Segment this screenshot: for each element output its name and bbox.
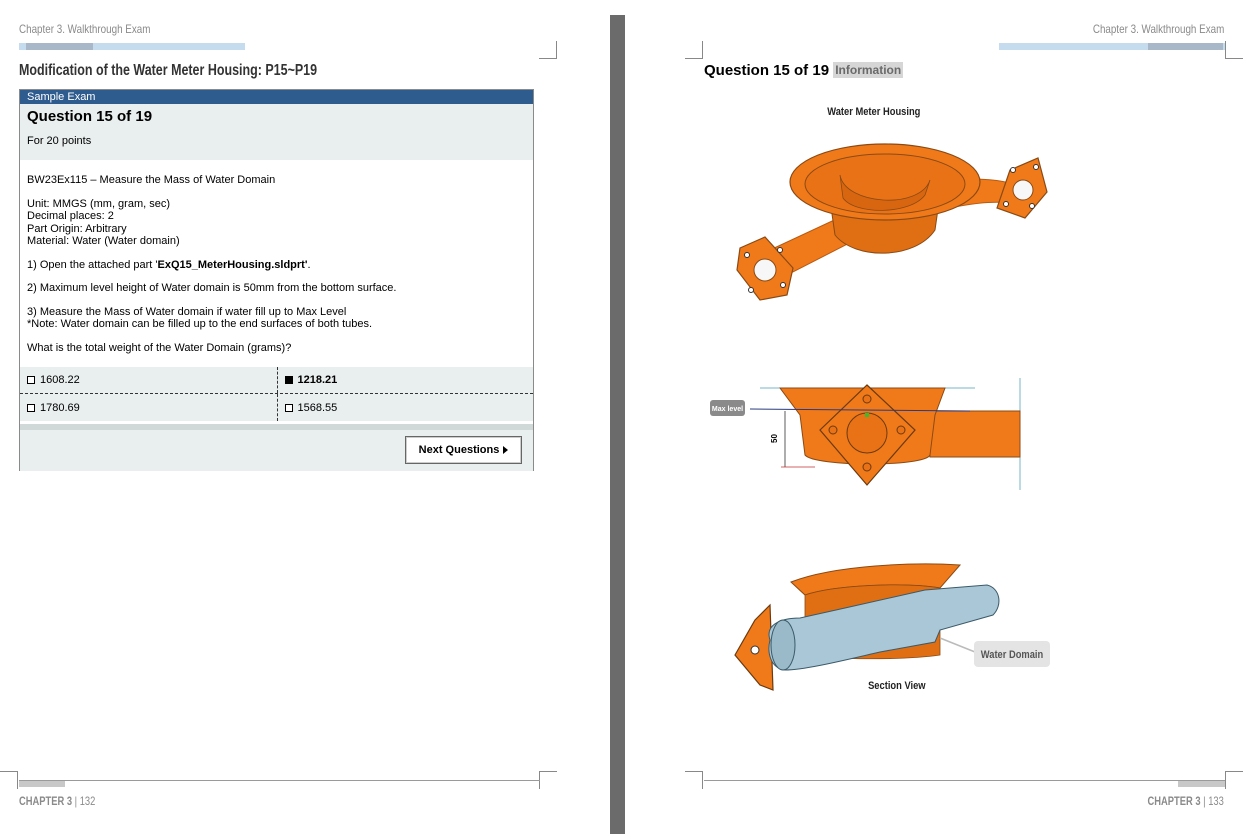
question-title: Question 15 of 19	[27, 108, 153, 125]
checkbox-icon	[284, 403, 293, 412]
page-number: CHAPTER 3 | 132	[19, 794, 95, 808]
answer-label: 1218.21	[297, 374, 338, 386]
checkbox-icon	[27, 376, 35, 384]
page-gutter	[610, 15, 625, 834]
exam-header: Question 15 of 19 For 20 points	[20, 104, 533, 160]
answer-row: 1608.22 1218.21	[20, 367, 533, 394]
question-body: BW23Ex115 – Measure the Mass of Water Do…	[20, 160, 533, 368]
question-prompt: What is the total weight of the Water Do…	[27, 341, 292, 354]
chapter-header: Chapter 3. Walkthrough Exam	[19, 22, 151, 36]
task-specs: Unit: MMGS (mm, gram, sec) Decimal place…	[27, 198, 526, 248]
answer-option-4[interactable]: 1568.55	[276, 394, 534, 421]
answer-label: 1780.69	[40, 401, 80, 414]
footer-separator: |	[72, 794, 80, 808]
answer-label: 1608.22	[40, 374, 80, 386]
next-questions-button[interactable]: Next Questions	[405, 436, 522, 464]
next-button-label: Next Questions	[418, 444, 500, 456]
left-page: Chapter 3. Walkthrough Exam Modification…	[0, 0, 610, 834]
right-page: Chapter 3. Walkthrough Exam Question 15 …	[625, 0, 1249, 834]
information-badge: Information	[833, 62, 904, 78]
crop-mark	[1225, 41, 1243, 59]
section-title: Modification of the Water Meter Housing:…	[19, 62, 318, 79]
page-number: CHAPTER 3 | 133	[1148, 794, 1224, 808]
step-3-note: *Note: Water domain can be filled up to …	[27, 318, 373, 330]
exam-banner: Sample Exam	[20, 90, 533, 104]
header-bar	[19, 43, 245, 50]
footer-chapter: CHAPTER 3	[19, 794, 73, 808]
footer-page: 133	[1208, 794, 1224, 808]
crop-mark	[685, 771, 703, 789]
unit-spec: Unit: MMGS (mm, gram, sec)	[27, 197, 171, 210]
dimension-value: 50	[770, 434, 779, 443]
play-arrow-icon	[503, 446, 509, 454]
crop-mark	[0, 771, 18, 789]
answer-option-2[interactable]: 1218.21	[276, 367, 534, 393]
decimal-spec: Decimal places: 2	[27, 210, 114, 222]
header-bar	[999, 43, 1225, 50]
water-domain-label: Water Domain	[981, 649, 1043, 661]
step-1-text: 1) Open the attached part '	[27, 258, 158, 271]
info-question-title: Question 15 of 19 Information	[704, 62, 904, 79]
section-view-label: Section View	[868, 680, 926, 692]
checkbox-checked-icon	[284, 376, 293, 384]
attached-file-name: ExQ15_MeterHousing.sldprt'	[157, 258, 308, 271]
section-view-figure: Water Domain	[734, 563, 1050, 691]
task-title: BW23Ex115 – Measure the Mass of Water Do…	[27, 174, 276, 186]
footer-rule	[19, 780, 540, 781]
figure-title: Water Meter Housing	[827, 106, 921, 118]
footer-page: 132	[79, 794, 96, 808]
crop-mark	[685, 41, 703, 59]
origin-spec: Part Origin: Arbitrary	[27, 222, 127, 235]
crop-mark	[539, 771, 557, 789]
material-spec: Material: Water (Water domain)	[27, 235, 180, 247]
answer-option-1[interactable]: 1608.22	[20, 367, 277, 393]
footer-separator: |	[1200, 794, 1209, 808]
step-3: 3) Measure the Mass of Water domain if w…	[27, 306, 526, 331]
answer-label: 1568.55	[297, 401, 338, 414]
chapter-header: Chapter 3. Walkthrough Exam	[1092, 22, 1224, 36]
step-2: 2) Maximum level height of Water domain …	[27, 282, 397, 294]
header-bar-accent	[1148, 43, 1223, 50]
answer-row: 1780.69 1568.55	[20, 394, 533, 421]
sample-exam-panel: Sample Exam Question 15 of 19 For 20 poi…	[19, 89, 534, 471]
footer-rule	[704, 780, 1225, 781]
footer-tab	[1178, 781, 1225, 787]
step-1: 1) Open the attached part 'ExQ15_MeterHo…	[27, 259, 526, 272]
header-bar-accent	[26, 43, 93, 50]
exam-footer: Next Questions	[20, 424, 533, 471]
checkbox-icon	[27, 403, 35, 412]
answer-options: 1608.22 1218.21 1780.69 1568.55	[20, 367, 533, 421]
crop-mark	[539, 41, 557, 59]
water-meter-housing-figure	[736, 143, 1048, 301]
step-1-suffix: .	[307, 258, 311, 271]
footer-chapter: CHAPTER 3	[1147, 794, 1201, 808]
question-title: Question 15 of 19	[704, 62, 830, 79]
max-level-figure: 50 Max level	[710, 378, 1021, 490]
step-3-text: 3) Measure the Mass of Water domain if w…	[27, 305, 347, 318]
footer-tab	[19, 781, 65, 787]
answer-option-3[interactable]: 1780.69	[20, 394, 277, 421]
question-points: For 20 points	[27, 135, 92, 147]
crop-mark	[1225, 771, 1243, 789]
max-level-label: Max level	[712, 406, 743, 413]
